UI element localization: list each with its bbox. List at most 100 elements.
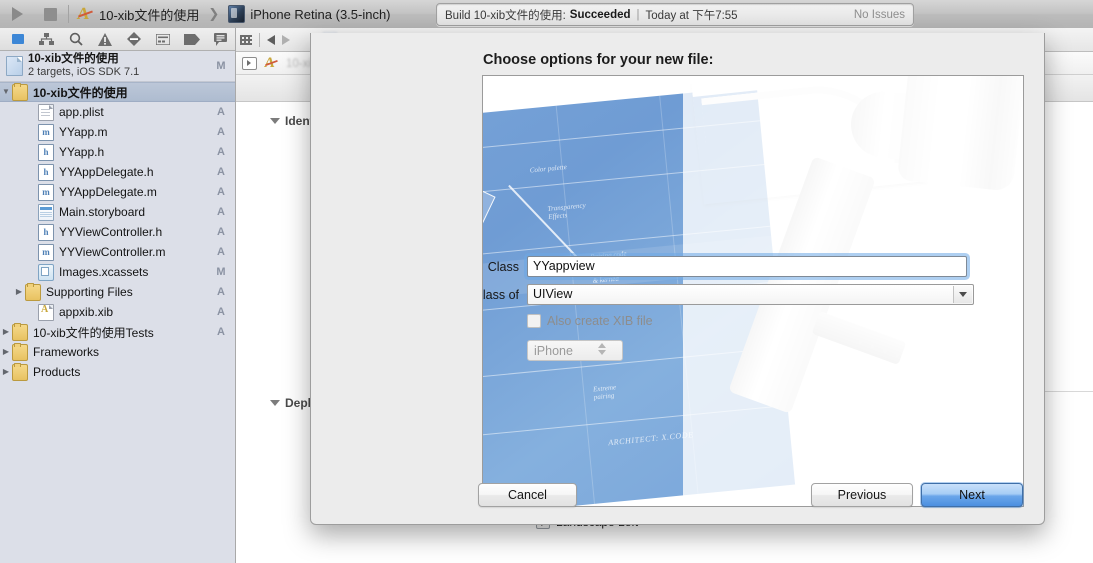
h-source-file-icon: h [38, 163, 54, 181]
project-title: 10-xib文件的使用 [28, 53, 119, 66]
xcassets-file-icon [38, 263, 54, 281]
navigator-row-label: 10-xib文件的使用 [33, 85, 128, 100]
folder-icon [12, 342, 28, 361]
subclass-value: UIView [533, 287, 573, 301]
subclass-field-row: Subclass of UIView [483, 284, 974, 305]
m-source-file-icon: m [38, 183, 54, 201]
disclosure-triangle-icon [270, 400, 280, 406]
navigator-row-badge: A [217, 206, 225, 218]
back-arrow-icon[interactable] [267, 34, 275, 45]
m-source-file-icon: m [38, 243, 54, 261]
navigator-row-badge: A [217, 246, 225, 258]
navigator-row[interactable]: ▶Images.xcassetsM [0, 262, 235, 282]
forward-arrow-icon[interactable] [282, 34, 290, 45]
stop-button[interactable] [34, 7, 66, 21]
navigator-row-label: 10-xib文件的使用Tests [33, 325, 154, 340]
folder-icon [12, 82, 28, 101]
new-file-form: Class YYappview Subclass of UIView Also … [483, 76, 1023, 506]
debug-navigator-icon[interactable] [148, 28, 177, 50]
navigator-row[interactable]: ▶mYYAppDelegate.mA [0, 182, 235, 202]
subclass-dropdown[interactable]: UIView [527, 284, 974, 305]
navigator-row[interactable]: ▶hYYAppDelegate.hA [0, 162, 235, 182]
folder-icon [25, 282, 41, 301]
navigator-row[interactable]: ▶Main.storyboardA [0, 202, 235, 222]
m-source-file-icon: m [38, 123, 54, 141]
jumpbar-divider [259, 32, 260, 47]
device-popup[interactable]: iPhone [527, 340, 623, 361]
disclosure-down-icon[interactable]: ▼ [0, 82, 12, 102]
breakpoint-navigator-icon[interactable] [177, 28, 206, 50]
class-input[interactable]: YYappview [527, 256, 967, 277]
navigator-selector-bar [0, 28, 235, 51]
navigator-row-badge: A [217, 326, 225, 338]
disclosure-right-icon[interactable]: ▶ [13, 282, 25, 302]
class-field-row: Class YYappview [483, 256, 967, 277]
folder-icon [12, 322, 28, 341]
run-button[interactable] [0, 7, 34, 21]
navigator-row[interactable]: ▶hYYViewController.hA [0, 222, 235, 242]
navigator-row-label: YYViewController.h [59, 225, 163, 239]
previous-button[interactable]: Previous [811, 483, 913, 507]
navigator-row[interactable]: ▼ 10-xib文件的使用 [0, 82, 235, 102]
wizard-artwork-well: Assorted Undo& Redo Size controlsupports… [482, 75, 1024, 507]
project-file-icon [6, 56, 23, 76]
navigator-row-label: app.plist [59, 105, 104, 119]
navigator-row-label: YYapp.m [59, 125, 108, 139]
navigator-row[interactable]: ▶ Frameworks [0, 342, 235, 362]
navigator-row[interactable]: ▶app.plistA [0, 102, 235, 122]
scheme-name: 10-xib文件的使用 [99, 7, 200, 23]
h-source-file-icon: h [38, 143, 54, 161]
navigator-row-label: Products [33, 365, 81, 379]
disclosure-right-icon[interactable]: ▶ [0, 362, 12, 382]
run-triangle-icon [11, 7, 23, 21]
stepper-icon[interactable] [598, 343, 606, 355]
chevron-down-icon[interactable] [953, 286, 972, 303]
folder-icon [12, 362, 28, 381]
navigator-row[interactable]: ▶hYYapp.hA [0, 142, 235, 162]
navigator-row[interactable]: ▶ Products [0, 362, 235, 382]
navigator-row-label: appxib.xib [59, 305, 114, 319]
disclosure-right-icon[interactable]: ▶ [0, 342, 12, 362]
scheme-selector[interactable]: 10-xib文件的使用 ❯ iPhone Retina (3.5-inch) [77, 5, 391, 24]
search-navigator-icon[interactable] [61, 28, 90, 50]
navigator-row-label: YYViewController.m [59, 245, 166, 259]
xib-checkbox-row[interactable]: Also create XIB file [527, 314, 653, 328]
build-time: Today at 下午7:55 [645, 9, 738, 22]
next-button[interactable]: Next [921, 483, 1023, 507]
navigator-row-badge: A [217, 226, 225, 238]
assistant-grid-icon[interactable] [240, 34, 252, 45]
navigator-row-label: YYAppDelegate.m [59, 185, 157, 199]
target-project-icon [264, 56, 278, 70]
xcode-project-icon [77, 6, 94, 22]
navigator-row[interactable]: ▶ 10-xib文件的使用Tests A [0, 322, 235, 342]
project-navigator: 10-xib文件的使用 2 targets, iOS SDK 7.1 M ▼ 10… [0, 28, 236, 563]
navigator-row[interactable]: ▶mYYViewController.mA [0, 242, 235, 262]
navigator-row-badge: A [217, 126, 225, 138]
navigator-row-badge: A [217, 146, 225, 158]
cancel-button[interactable]: Cancel [478, 483, 577, 507]
device-icon [228, 5, 246, 23]
device-value: iPhone [534, 343, 573, 358]
navigator-row[interactable]: ▶ Supporting Files A [0, 282, 235, 302]
navigator-row-label: Supporting Files [46, 285, 133, 299]
also-create-xib-checkbox[interactable] [527, 314, 541, 328]
folder-navigator-icon[interactable] [3, 28, 32, 50]
project-header-row[interactable]: 10-xib文件的使用 2 targets, iOS SDK 7.1 M [0, 51, 235, 82]
navigator-row[interactable]: ▶mYYapp.mA [0, 122, 235, 142]
stop-square-icon [43, 7, 57, 21]
navigator-row-label: YYapp.h [59, 145, 105, 159]
disclosure-right-icon[interactable]: ▶ [0, 322, 12, 342]
log-navigator-icon[interactable] [206, 28, 235, 50]
hierarchy-navigator-icon[interactable] [32, 28, 61, 50]
navigator-row-badge: A [217, 186, 225, 198]
navigator-row-label: Frameworks [33, 345, 100, 359]
chevron-right-icon: ❯ [208, 6, 220, 21]
warning-navigator-icon[interactable] [90, 28, 119, 50]
destination-name: iPhone Retina (3.5-inch) [250, 6, 391, 22]
navigator-row-label: Main.storyboard [59, 205, 146, 219]
plist-file-icon [38, 103, 54, 121]
related-items-icon[interactable] [242, 56, 257, 70]
navigator-row[interactable]: ▶appxib.xibA [0, 302, 235, 322]
xib-file-icon [38, 303, 54, 321]
test-navigator-icon[interactable] [119, 28, 148, 50]
